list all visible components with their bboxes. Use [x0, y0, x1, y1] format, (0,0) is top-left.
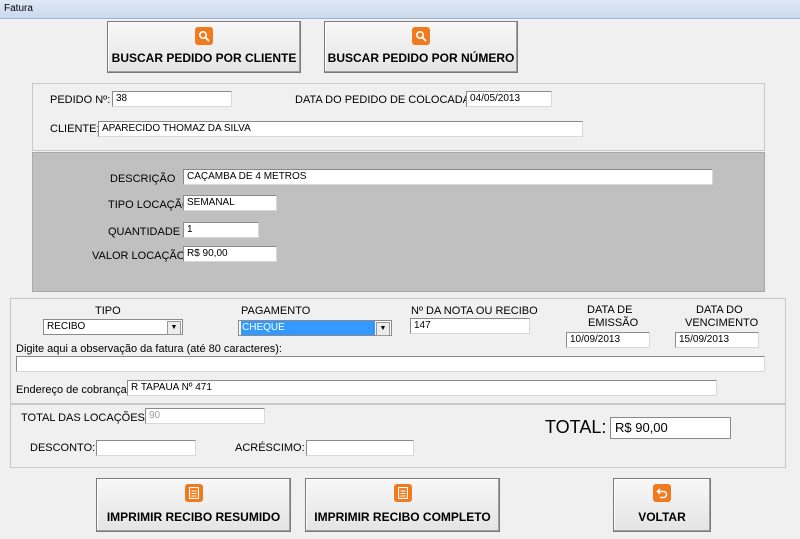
- quantity-field[interactable]: 1: [183, 222, 259, 238]
- payment-select[interactable]: CHEQUE ▼: [238, 320, 392, 336]
- window-titlebar: Fatura: [0, 0, 800, 19]
- search-icon: [412, 27, 430, 45]
- chevron-down-icon[interactable]: ▼: [376, 322, 390, 336]
- search-by-client-button[interactable]: BUSCAR PEDIDO POR CLIENTE: [107, 21, 301, 73]
- rental-type-field[interactable]: SEMANAL: [183, 195, 277, 211]
- surcharge-label: ACRÉSCIMO:: [235, 442, 305, 454]
- search-icon: [195, 27, 213, 45]
- receipt-number-label: Nº DA NOTA OU RECIBO: [411, 305, 538, 317]
- due-date-field[interactable]: 15/09/2013: [675, 332, 759, 348]
- print-full-receipt-button[interactable]: IMPRIMIR RECIBO COMPLETO: [305, 478, 500, 532]
- payment-label: PAGAMENTO: [241, 305, 311, 317]
- total-rentals-field[interactable]: 90: [145, 408, 265, 424]
- order-date-field[interactable]: 04/05/2013: [466, 91, 552, 107]
- back-arrow-icon: [653, 484, 671, 502]
- document-icon: [184, 484, 203, 502]
- discount-label: DESCONTO:: [30, 442, 96, 454]
- receipt-number-field[interactable]: 147: [410, 318, 530, 334]
- order-date-label: DATA DO PEDIDO DE COLOCADA:: [295, 94, 474, 106]
- rental-type-label: TIPO LOCAÇÃO: [108, 199, 191, 211]
- order-number-label: PEDIDO Nº:: [50, 94, 111, 106]
- emission-date-field[interactable]: 10/09/2013: [566, 332, 650, 348]
- client-field[interactable]: APARECIDO THOMAZ DA SILVA: [98, 121, 583, 137]
- payment-value: CHEQUE: [241, 321, 375, 335]
- search-by-client-label: BUSCAR PEDIDO POR CLIENTE: [111, 51, 297, 65]
- back-label: VOLTAR: [638, 510, 686, 524]
- description-label: DESCRIÇÃO: [110, 173, 176, 185]
- observation-field[interactable]: [16, 356, 765, 372]
- emission-date-label-1: DATA DE: [587, 304, 633, 316]
- billing-address-field[interactable]: R TAPAUA Nº 471: [127, 380, 717, 396]
- search-by-number-label: BUSCAR PEDIDO POR NÚMERO: [327, 51, 515, 65]
- billing-address-label: Endereço de cobrança: [16, 384, 127, 396]
- search-by-number-button[interactable]: BUSCAR PEDIDO POR NÚMERO: [324, 21, 518, 73]
- print-summary-receipt-button[interactable]: IMPRIMIR RECIBO RESUMIDO: [96, 478, 291, 532]
- print-full-receipt-label: IMPRIMIR RECIBO COMPLETO: [314, 510, 491, 524]
- discount-field[interactable]: [96, 440, 196, 456]
- invoice-type-label: TIPO: [95, 305, 121, 317]
- invoice-type-select[interactable]: RECIBO ▼: [43, 319, 183, 335]
- invoice-type-value: RECIBO: [47, 321, 86, 332]
- rental-value-field[interactable]: R$ 90,00: [183, 246, 277, 262]
- order-number-field[interactable]: 38: [112, 91, 232, 107]
- due-date-label-2: VENCIMENTO: [685, 317, 759, 329]
- chevron-down-icon[interactable]: ▼: [167, 321, 181, 335]
- print-summary-receipt-label: IMPRIMIR RECIBO RESUMIDO: [106, 510, 281, 524]
- observation-label: Digite aqui a observação da fatura (até …: [16, 343, 282, 355]
- emission-date-label-2: EMISSÃO: [588, 317, 639, 329]
- rental-value-label: VALOR LOCAÇÃO: [92, 250, 186, 262]
- client-label: CLIENTE:: [50, 123, 100, 135]
- window-title: Fatura: [4, 3, 33, 14]
- surcharge-field[interactable]: [306, 440, 414, 456]
- due-date-label-1: DATA DO: [696, 304, 743, 316]
- back-button[interactable]: VOLTAR: [613, 478, 711, 532]
- document-icon: [393, 484, 412, 502]
- grand-total-field[interactable]: R$ 90,00: [610, 417, 731, 439]
- quantity-label: QUANTIDADE: [108, 226, 181, 238]
- description-field[interactable]: CAÇAMBA DE 4 METROS: [183, 169, 713, 185]
- grand-total-label: TOTAL:: [545, 417, 607, 437]
- total-rentals-label: TOTAL DAS LOCAÇÕES:: [21, 412, 148, 424]
